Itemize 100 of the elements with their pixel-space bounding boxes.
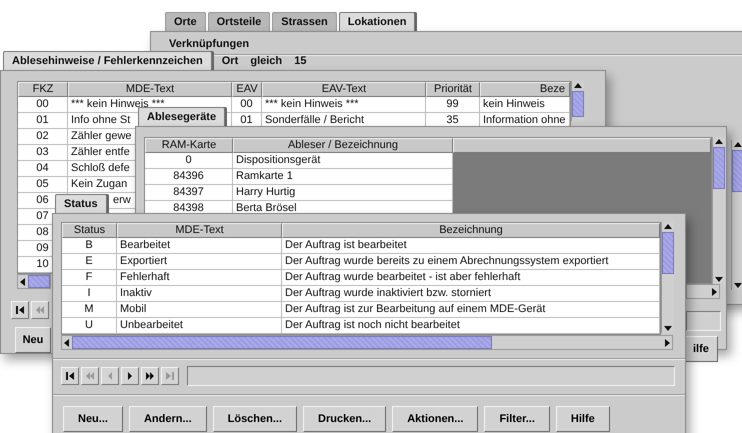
table-cell: Berta Brösel xyxy=(236,201,297,216)
column-header: Status xyxy=(62,223,117,238)
table-cell: 08 xyxy=(36,225,49,240)
fast-back-icon xyxy=(85,371,95,381)
first-icon xyxy=(65,371,75,381)
table-cell: Harry Hurtig xyxy=(236,185,296,200)
scrollbar-thumb[interactable] xyxy=(572,91,584,117)
table-cell: U xyxy=(85,318,93,333)
table-cell: 35 xyxy=(446,113,459,128)
filter-label: Ort gleich 15 xyxy=(222,54,306,66)
table-cell: 03 xyxy=(36,145,49,160)
table-cell: 01 xyxy=(36,113,49,128)
table-cell: Inaktiv xyxy=(120,286,152,301)
column-header: Priorität xyxy=(426,82,480,97)
horizontal-scrollbar[interactable] xyxy=(61,335,673,350)
column-header: Bezeichnung xyxy=(282,223,660,238)
vertical-scrollbar[interactable] xyxy=(712,137,725,284)
table-cell: 10 xyxy=(36,257,49,272)
table-cell: B xyxy=(85,238,93,253)
arrow-icon[interactable] xyxy=(663,222,673,232)
table-cell: Der Auftrag wurde bereits zu einem Abrechnungssystem exportiert xyxy=(285,254,608,269)
table-cell: Kein Zugan xyxy=(71,177,128,192)
vertical-scrollbar[interactable] xyxy=(571,81,584,121)
table-cell: Ramkarte 1 xyxy=(236,169,293,184)
action-button[interactable]: Filter... xyxy=(484,406,550,432)
table-cell: 99 xyxy=(446,97,459,112)
table-cell: Der Auftrag ist zur Bearbeitung auf einem MDE-Gerät xyxy=(285,302,546,317)
table-cell: Schloß defe xyxy=(71,161,130,176)
table-cell: Info ohne St xyxy=(71,113,130,128)
vertical-scrollbar[interactable] xyxy=(661,222,674,333)
table-cell: 07 xyxy=(36,209,49,224)
table-cell: M xyxy=(84,302,94,317)
last-icon xyxy=(165,371,175,381)
column-header: EAV-Text xyxy=(262,82,426,97)
table-cell: Der Auftrag ist bearbeitet xyxy=(285,238,407,253)
table-cell: Bearbeitet xyxy=(120,238,170,253)
table-cell: Der Auftrag wurde inaktiviert bzw. storniert xyxy=(285,286,492,301)
table-cell: 00 xyxy=(36,97,49,112)
tab[interactable]: Ablesehinweise / Fehlerkennzeichen xyxy=(3,51,212,70)
fast-back-icon xyxy=(35,305,45,315)
vertical-scrollbar[interactable] xyxy=(731,140,742,290)
column-header: Beze xyxy=(480,82,570,97)
fast-forward-icon xyxy=(145,371,155,381)
forward-icon xyxy=(125,371,135,381)
horizontal-scrollbar[interactable] xyxy=(686,284,720,299)
table-cell: kein Hinweis xyxy=(483,97,545,112)
table-cell: Exportiert xyxy=(120,254,168,269)
tab[interactable]: Status xyxy=(55,194,107,213)
scrollbar-thumb[interactable] xyxy=(732,150,742,192)
arrow-icon[interactable] xyxy=(573,81,583,91)
table-cell: I xyxy=(87,286,91,301)
scrollbar-thumb[interactable] xyxy=(662,232,674,274)
arrow-icon[interactable] xyxy=(62,338,72,348)
tab[interactable]: Strassen xyxy=(272,12,337,31)
tab[interactable]: Ortsteile xyxy=(208,12,270,31)
table-cell: 09 xyxy=(36,241,49,256)
action-button[interactable]: Neu... xyxy=(63,406,123,432)
tab[interactable]: Lokationen xyxy=(338,12,416,31)
table-cell: Der Auftrag ist noch nicht bearbeitet xyxy=(285,318,460,333)
table-cell: 01 xyxy=(240,113,253,128)
action-button[interactable]: Löschen... xyxy=(212,406,298,432)
table-cell: Mobil xyxy=(120,302,146,317)
scrollbar-thumb[interactable] xyxy=(72,336,492,349)
table-cell: Dispositionsgerät xyxy=(236,153,320,168)
horizontal-scrollbar[interactable] xyxy=(17,274,51,289)
table-cell: 04 xyxy=(36,161,49,176)
first-icon xyxy=(15,305,25,315)
table-cell: E xyxy=(85,254,93,269)
table-cell: Sonderfälle / Bericht xyxy=(265,113,364,128)
table-cell: 84398 xyxy=(173,201,204,216)
action-button[interactable]: Aktionen... xyxy=(392,406,478,432)
new-button[interactable]: Neu xyxy=(15,327,51,353)
column-header: EAV xyxy=(232,82,262,97)
action-button[interactable]: Drucken... xyxy=(303,406,386,432)
table-cell: 00 xyxy=(240,97,253,112)
navigation-button[interactable] xyxy=(61,367,79,385)
tab[interactable]: Orte xyxy=(165,12,206,31)
table-cell: 05 xyxy=(36,177,49,192)
table-cell: Zähler entfe xyxy=(71,145,130,160)
table-cell: F xyxy=(86,270,92,285)
arrow-icon[interactable] xyxy=(18,276,28,286)
scrollbar-thumb[interactable] xyxy=(713,147,725,189)
table-cell: 02 xyxy=(36,129,49,144)
column-header: FKZ xyxy=(18,82,68,97)
table-cell: Zähler gewe xyxy=(71,129,132,144)
table-cell: 06 xyxy=(36,193,49,208)
table-cell: Unbearbeitet xyxy=(120,318,183,333)
table-cell: Der Auftrag wurde bearbeitet - ist aber fehlerhaft xyxy=(285,270,520,285)
column-header: Ableser / Bezeichnung xyxy=(233,138,453,153)
navigation-button[interactable] xyxy=(121,367,139,385)
column-header: MDE-Text xyxy=(68,82,232,97)
column-header: MDE-Text xyxy=(117,223,282,238)
navigation-button[interactable] xyxy=(11,301,29,319)
group-label: Verknüpfungen xyxy=(169,38,250,50)
action-button[interactable]: Andern... xyxy=(128,406,207,432)
scrollbar-thumb[interactable] xyxy=(28,275,50,288)
action-button[interactable]: Hilfe xyxy=(556,406,610,432)
navigation-button[interactable] xyxy=(141,367,159,385)
tab[interactable]: Ablesegeräte xyxy=(138,107,226,126)
help-button[interactable]: ilfe xyxy=(684,336,718,362)
